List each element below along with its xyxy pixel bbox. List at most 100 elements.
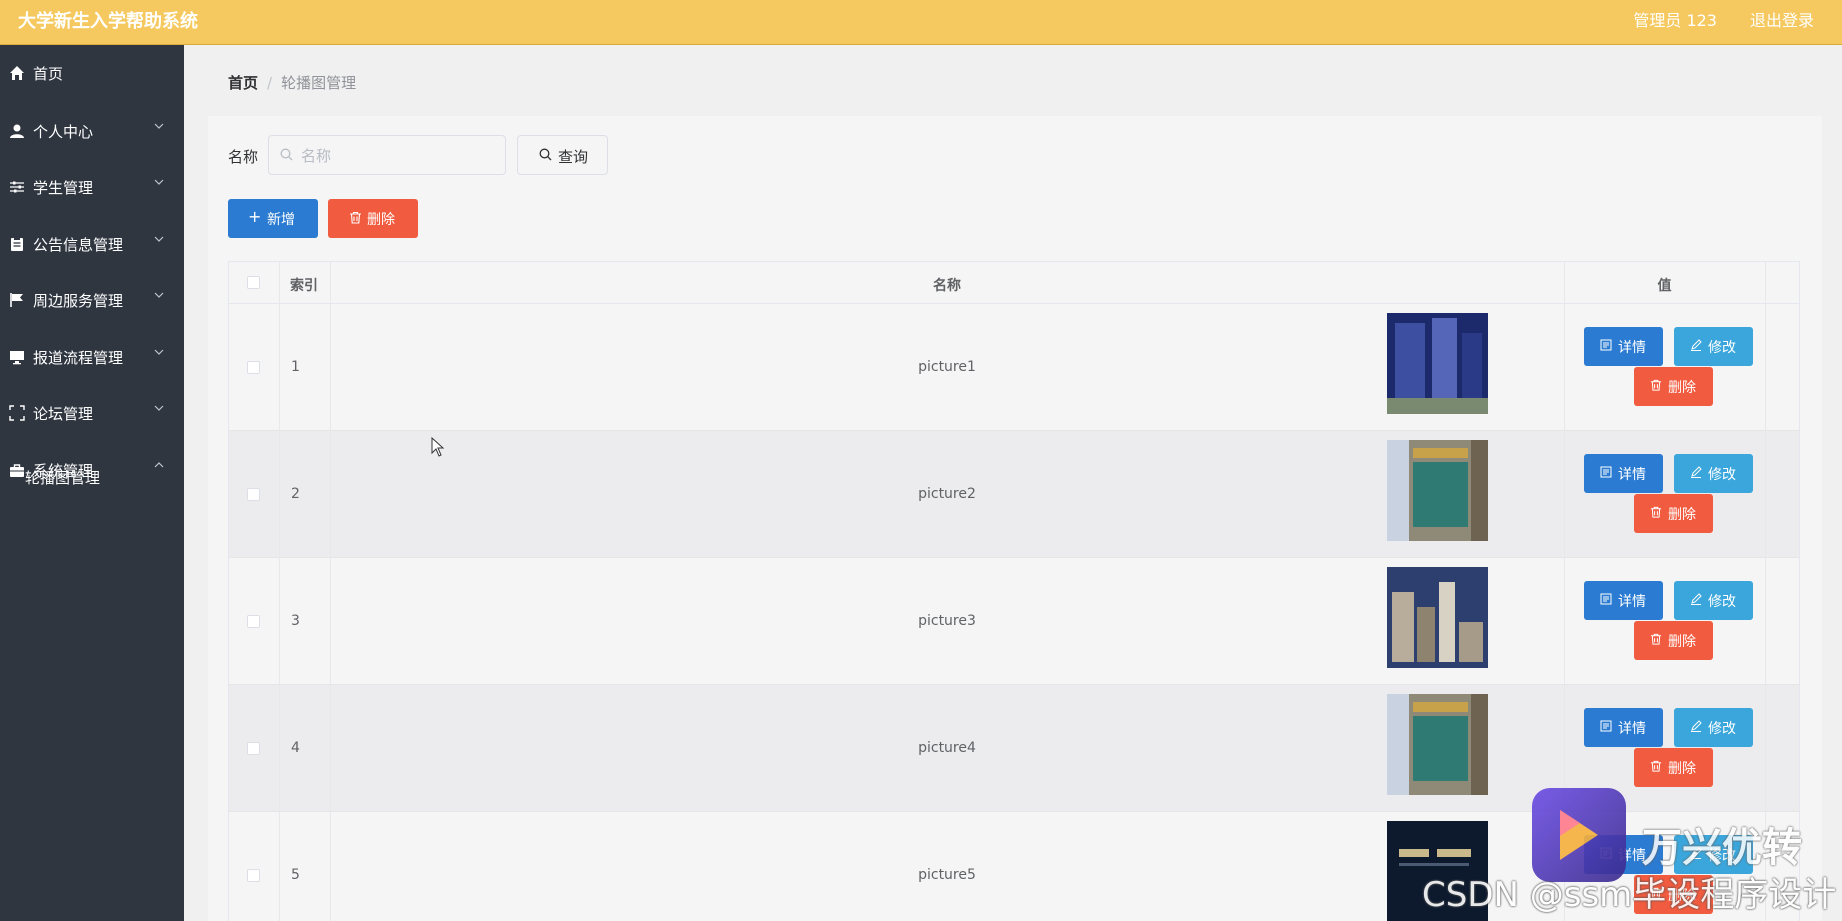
- row-delete-label: 删除: [1668, 761, 1696, 777]
- row-thumbnail: [1387, 567, 1488, 668]
- current-user: 管理员 123: [1633, 11, 1717, 30]
- breadcrumb-home[interactable]: 首页: [228, 74, 258, 92]
- row-checkbox[interactable]: [247, 742, 260, 755]
- sidebar-item-label: 周边服务管理: [33, 292, 124, 310]
- batch-delete-button[interactable]: 删除: [328, 199, 418, 238]
- sidebar-item-notices[interactable]: 公告信息管理: [0, 224, 184, 264]
- add-button[interactable]: + 新增: [228, 199, 318, 238]
- detail-button[interactable]: 详情: [1584, 454, 1663, 493]
- chevron-up-icon: [154, 462, 164, 468]
- edit-button-label: 修改: [1708, 594, 1736, 610]
- watermark-brand: 万兴优转: [1642, 825, 1802, 871]
- fullscreen-icon: [9, 405, 25, 421]
- edit-button[interactable]: 修改: [1674, 581, 1753, 620]
- chevron-down-icon: [154, 123, 164, 129]
- row-delete-button[interactable]: 删除: [1634, 748, 1713, 787]
- monitor-icon: [10, 351, 24, 365]
- edit-button[interactable]: 修改: [1674, 327, 1753, 366]
- sidebar-item-label: 报道流程管理: [33, 349, 124, 367]
- sidebar-item-label: 公告信息管理: [33, 236, 124, 254]
- row-thumbnail: [1387, 440, 1488, 541]
- row-thumbnail: [1387, 313, 1488, 414]
- edit-button-label: 修改: [1708, 721, 1736, 737]
- breadcrumb: 首页 / 轮播图管理: [228, 72, 356, 93]
- mouse-cursor-icon: [431, 437, 445, 457]
- plus-icon: +: [248, 207, 262, 226]
- header-value: 值: [1657, 278, 1672, 294]
- row-delete-label: 删除: [1668, 380, 1696, 396]
- edit-button[interactable]: 修改: [1674, 454, 1753, 493]
- flag-icon: [10, 293, 23, 307]
- row-delete-button[interactable]: 删除: [1634, 621, 1713, 660]
- header-name: 名称: [933, 278, 961, 294]
- row-checkbox[interactable]: [247, 488, 260, 501]
- sidebar-item-label: 论坛管理: [33, 405, 94, 423]
- row-name: picture1: [918, 359, 976, 375]
- row-checkbox[interactable]: [247, 361, 260, 374]
- search-input[interactable]: [299, 144, 498, 168]
- sliders-icon: [10, 181, 24, 193]
- row-name: picture5: [918, 867, 976, 883]
- sidebar-item-label: 个人中心: [33, 123, 94, 141]
- document-icon: [1600, 339, 1612, 351]
- chevron-down-icon: [154, 179, 164, 185]
- sidebar-item-registration[interactable]: 报道流程管理: [0, 337, 184, 377]
- logout-link[interactable]: 退出登录: [1750, 7, 1814, 31]
- select-all-checkbox[interactable]: [247, 276, 260, 289]
- chevron-down-icon: [154, 349, 164, 355]
- row-name: picture4: [918, 740, 976, 756]
- row-thumbnail: [1387, 694, 1488, 795]
- row-delete-label: 删除: [1668, 507, 1696, 523]
- pencil-icon: [1691, 466, 1702, 478]
- row-checkbox[interactable]: [247, 869, 260, 882]
- query-button[interactable]: 查询: [517, 135, 608, 175]
- row-index: 2: [291, 486, 300, 502]
- detail-button-label: 详情: [1618, 467, 1646, 483]
- search-label: 名称: [228, 148, 259, 166]
- row-delete-button[interactable]: 删除: [1634, 367, 1713, 406]
- top-bar: 大学新生入学帮助系统 管理员 123 退出登录: [0, 0, 1842, 45]
- document-icon: [1600, 593, 1612, 605]
- detail-button[interactable]: 详情: [1584, 327, 1663, 366]
- search-icon: [539, 148, 552, 161]
- breadcrumb-current: 轮播图管理: [281, 74, 357, 92]
- document-icon: [1600, 466, 1612, 478]
- edit-button[interactable]: 修改: [1674, 708, 1753, 747]
- search-field[interactable]: [268, 135, 506, 175]
- detail-button[interactable]: 详情: [1584, 581, 1663, 620]
- pencil-icon: [1691, 593, 1702, 605]
- row-index: 5: [291, 867, 300, 883]
- trash-icon: [1650, 379, 1662, 391]
- document-icon: [1600, 720, 1612, 732]
- detail-button[interactable]: 详情: [1584, 708, 1663, 747]
- pencil-icon: [1691, 339, 1702, 351]
- row-delete-label: 删除: [1668, 634, 1696, 650]
- edit-button-label: 修改: [1708, 340, 1736, 356]
- app-title: 大学新生入学帮助系统: [18, 11, 198, 32]
- sidebar-subitem-carousel[interactable]: 轮播图管理: [25, 467, 100, 488]
- row-name: picture3: [918, 613, 976, 629]
- sidebar-item-home[interactable]: 首页: [0, 53, 184, 93]
- briefcase-icon: [10, 464, 24, 477]
- sidebar-item-students[interactable]: 学生管理: [0, 167, 184, 207]
- search-icon: [280, 148, 293, 161]
- trash-icon: [350, 211, 361, 224]
- breadcrumb-separator: /: [267, 74, 273, 92]
- home-icon: [10, 66, 24, 80]
- query-button-label: 查询: [558, 148, 589, 166]
- chevron-down-icon: [154, 405, 164, 411]
- sidebar-item-forum[interactable]: 论坛管理: [0, 393, 184, 433]
- clipboard-icon: [11, 237, 23, 251]
- batch-delete-label: 删除: [367, 212, 395, 228]
- sidebar-item-profile[interactable]: 个人中心: [0, 111, 184, 151]
- add-button-label: 新增: [267, 212, 295, 228]
- watermark-csdn: CSDN @ssm毕设程序设计: [1422, 875, 1837, 915]
- column-divider: [330, 262, 331, 921]
- sidebar-item-services[interactable]: 周边服务管理: [0, 280, 184, 320]
- user-icon: [10, 124, 24, 138]
- trash-icon: [1650, 633, 1662, 645]
- row-checkbox[interactable]: [247, 615, 260, 628]
- row-delete-button[interactable]: 删除: [1634, 494, 1713, 533]
- detail-button-label: 详情: [1618, 594, 1646, 610]
- sidebar-item-label: 学生管理: [33, 179, 94, 197]
